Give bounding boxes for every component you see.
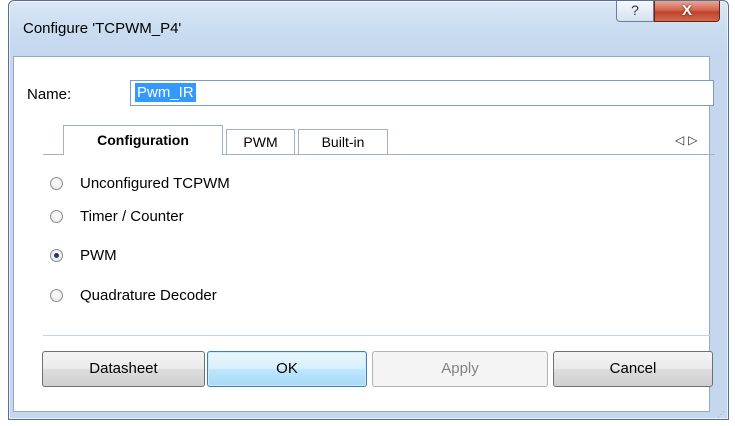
option-label: Unconfigured TCPWM — [80, 174, 230, 192]
option-label: Timer / Counter — [80, 207, 184, 225]
cancel-button[interactable]: Cancel — [553, 351, 713, 387]
tab-configuration[interactable]: Configuration — [63, 125, 223, 155]
radio-button[interactable] — [50, 288, 63, 302]
option-quadrature-decoder[interactable]: Quadrature Decoder — [50, 284, 217, 306]
ok-button[interactable]: OK — [207, 351, 367, 387]
option-unconfigured-tcpwm[interactable]: Unconfigured TCPWM — [50, 172, 230, 194]
close-button[interactable]: X — [654, 1, 720, 22]
radio-button[interactable] — [50, 209, 63, 223]
name-label: Name: — [27, 86, 72, 103]
tab-pwm[interactable]: PWM — [226, 129, 295, 154]
window-title: Configure 'TCPWM_P4' — [23, 20, 182, 37]
scroll-right-icon[interactable]: ▷ — [688, 133, 701, 147]
button-separator — [43, 335, 715, 336]
tab-built-in[interactable]: Built-in — [298, 129, 388, 154]
help-icon: ? — [631, 2, 639, 18]
datasheet-button[interactable]: Datasheet — [42, 351, 205, 387]
option-label: PWM — [80, 246, 117, 264]
apply-button[interactable]: Apply — [372, 351, 548, 387]
option-timer-counter[interactable]: Timer / Counter — [50, 205, 184, 227]
name-input-value: Pwm_IR — [135, 83, 196, 102]
scroll-left-icon[interactable]: ◁ — [675, 133, 688, 147]
help-button[interactable]: ? — [616, 1, 654, 22]
radio-button-checked[interactable] — [50, 248, 63, 262]
close-icon: X — [681, 2, 692, 19]
name-input[interactable]: Pwm_IR — [130, 80, 714, 106]
tab-scroll-arrows: ◁▷ — [675, 133, 701, 147]
radio-button[interactable] — [50, 176, 63, 190]
resize-grip-icon[interactable]: ⋰ — [717, 410, 725, 419]
option-label: Quadrature Decoder — [80, 286, 217, 304]
option-pwm[interactable]: PWM — [50, 244, 117, 266]
